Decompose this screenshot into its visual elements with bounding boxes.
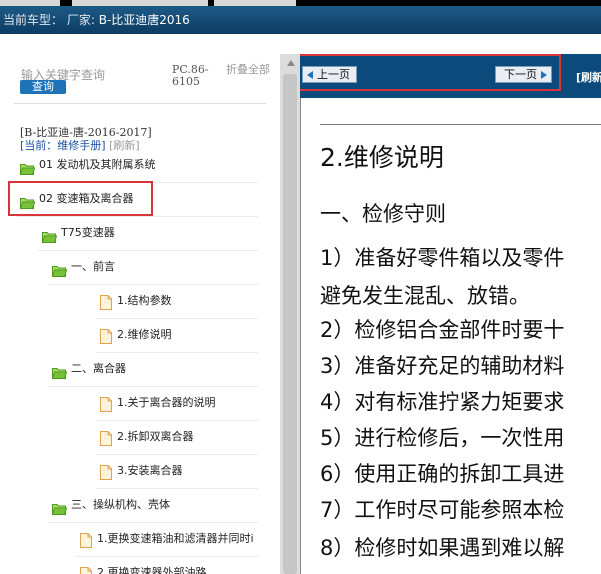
current-model-label: 当前车型：	[3, 13, 64, 27]
highlight-box	[300, 54, 561, 91]
folder-icon	[41, 227, 58, 243]
tree-item[interactable]: 1.更换变速箱油和滤清器并同时i	[80, 526, 276, 552]
collapse-all-button[interactable]: 折叠全部	[226, 64, 270, 75]
tree-item-label: 2.更换变速器外部油路	[97, 566, 207, 574]
document-icon	[80, 566, 92, 574]
scrollbar-thumb[interactable]	[283, 74, 297, 574]
document-line: 2）检修铝合金部件时要十	[320, 318, 565, 342]
tree-item[interactable]: 二、离合器	[51, 356, 276, 382]
folder-icon	[19, 159, 36, 175]
tree-item-label: 3.安装离合器	[117, 464, 183, 477]
row-divider	[16, 216, 258, 217]
document-icon	[100, 464, 112, 480]
document-line: 7）工作时尽可能参照本检	[320, 498, 565, 522]
tree-item[interactable]: 01 发动机及其附属系统	[19, 152, 276, 178]
document-line: 8）检修时如果遇到难以解	[320, 536, 565, 560]
refresh-link[interactable]: [刷新]	[109, 139, 140, 152]
folder-icon	[51, 261, 68, 277]
pc-code: PC.86-6105	[172, 63, 209, 88]
row-divider	[96, 352, 258, 353]
document-line: 4）对有标准拧紧力矩要求	[320, 390, 565, 414]
tree-item[interactable]: 一、前言	[51, 254, 276, 280]
tree-item[interactable]: 3.安装离合器	[100, 458, 276, 484]
document-line: 5）进行检修后，一次性用	[320, 426, 565, 450]
document-icon	[100, 430, 112, 446]
document-line: 6）使用正确的拆卸工具进	[320, 462, 565, 486]
current-prefix: [当前：	[20, 139, 58, 152]
search-button[interactable]: 查询	[20, 80, 66, 94]
document-title: 2.维修说明	[320, 143, 444, 172]
tree-item[interactable]: 三、操纵机构、壳体	[51, 492, 276, 518]
folder-icon	[51, 363, 68, 379]
row-divider	[48, 522, 258, 523]
row-divider	[48, 284, 258, 285]
folder-icon	[51, 499, 68, 515]
divider	[14, 103, 266, 104]
tree-item[interactable]: 2.维修说明	[100, 322, 276, 348]
row-divider	[48, 386, 258, 387]
tree-item[interactable]: 1.关于离合器的说明	[100, 390, 276, 416]
refresh-link[interactable]: [刷新	[576, 69, 601, 85]
tree-item-label: T75变速器	[61, 226, 115, 239]
tree-item-label: 二、离合器	[71, 362, 126, 375]
tree-item-label: 1.关于离合器的说明	[117, 396, 216, 409]
document-panel: 上一页 下一页 [刷新 2.维修说明 一、检修守则 1）准备好零件箱以及零件 避免发…	[300, 54, 601, 574]
row-divider	[76, 556, 258, 557]
tree-item-label: 1.更换变速箱油和滤清器并同时i	[97, 532, 254, 545]
divider	[320, 124, 601, 125]
scroll-up-arrow[interactable]	[287, 60, 295, 66]
highlight-box	[8, 181, 153, 216]
document-icon	[100, 328, 112, 344]
document-line: 一、检修守则	[320, 202, 446, 226]
document-icon	[100, 396, 112, 412]
tree-item[interactable]: 2.拆卸双离合器	[100, 424, 276, 450]
header-spacer	[0, 34, 601, 54]
tree-item-label: 一、前言	[71, 260, 115, 273]
current-value: 维修手册]	[57, 139, 106, 152]
row-divider	[96, 488, 258, 489]
tree-item-label: 2.维修说明	[117, 328, 172, 341]
model-value: B-比亚迪唐2016	[98, 13, 190, 27]
tree-item[interactable]: T75变速器	[41, 220, 276, 246]
document-line: 1）准备好零件箱以及零件	[320, 246, 565, 270]
document-icon	[100, 294, 112, 310]
document-line: 避免发生混乱、放错。	[320, 284, 530, 308]
tree-item-label: 2.拆卸双离合器	[117, 430, 194, 443]
tree-item-label: 三、操纵机构、壳体	[71, 498, 170, 511]
tree-item[interactable]: 1.结构参数	[100, 288, 276, 314]
row-divider	[96, 420, 258, 421]
tree-item-label: 1.结构参数	[117, 294, 172, 307]
tree-item-label: 01 发动机及其附属系统	[39, 158, 156, 171]
row-divider	[96, 454, 258, 455]
current-manual: [当前：维修手册] [刷新]	[20, 137, 140, 153]
vehicle-header: 当前车型： 厂家: B-比亚迪唐2016	[0, 6, 601, 34]
document-icon	[80, 532, 92, 548]
row-divider	[96, 318, 258, 319]
document-line: 3）准备好充足的辅助材料	[320, 354, 565, 378]
maker-label: 厂家:	[66, 13, 95, 27]
tree-item[interactable]: 2.更换变速器外部油路	[80, 560, 276, 574]
row-divider	[38, 250, 258, 251]
catalog-panel: 输入关键字查询 查询 PC.86-6105 折叠全部 [B-比亚迪-唐-2016…	[0, 54, 280, 574]
